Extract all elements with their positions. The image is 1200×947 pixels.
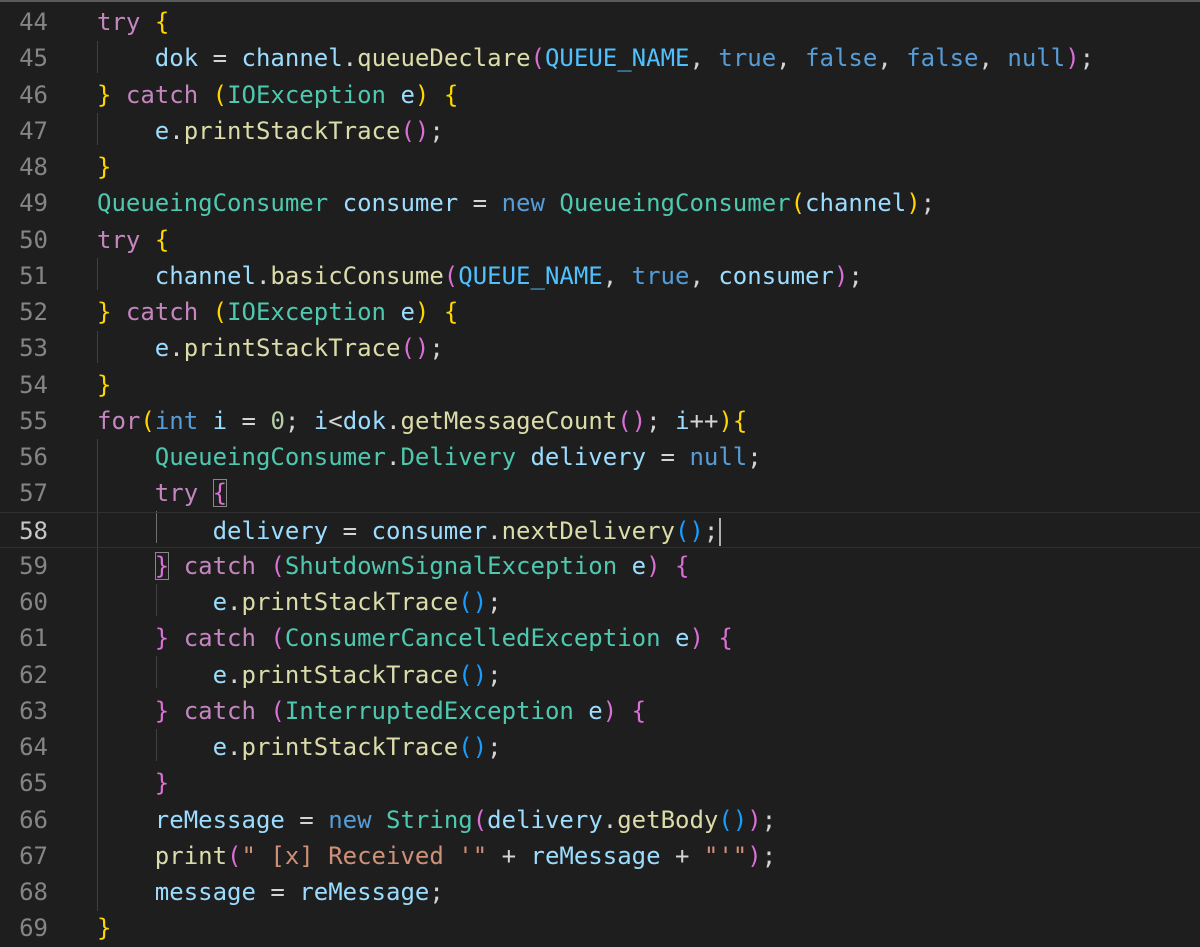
- code-line[interactable]: 44 try {: [0, 4, 1200, 40]
- code-line[interactable]: 68 message = reMessage;: [0, 874, 1200, 910]
- code-line[interactable]: 53 e.printStackTrace();: [0, 330, 1200, 366]
- code-text[interactable]: e.printStackTrace();: [97, 584, 502, 620]
- editor-top-border: [0, 0, 1200, 2]
- code-text[interactable]: reMessage = new String(delivery.getBody(…: [97, 802, 776, 838]
- code-text[interactable]: try {: [97, 475, 228, 511]
- line-number: 46: [19, 80, 48, 109]
- line-number: 63: [19, 696, 48, 725]
- code-editor[interactable]: 44 try { 45 dok = channel.queueDeclare(Q…: [0, 0, 1200, 947]
- code-text[interactable]: QueueingConsumer consumer = new Queueing…: [97, 185, 935, 221]
- line-number: 64: [19, 733, 48, 761]
- line-number: 66: [19, 805, 48, 834]
- code-text[interactable]: e.printStackTrace();: [97, 113, 444, 149]
- code-line-current[interactable]: 58 delivery = consumer.nextDelivery();: [0, 511, 1200, 549]
- code-text[interactable]: } catch (InterruptedException e) {: [97, 693, 646, 729]
- code-text[interactable]: }: [97, 367, 111, 403]
- code-text[interactable]: QueueingConsumer.Delivery delivery = nul…: [97, 439, 762, 475]
- code-line[interactable]: 48 }: [0, 149, 1200, 185]
- code-line[interactable]: 66 reMessage = new String(delivery.getBo…: [0, 802, 1200, 838]
- line-number: 48: [19, 153, 48, 181]
- code-line[interactable]: 67 print(" [x] Received '" + reMessage +…: [0, 838, 1200, 874]
- code-line[interactable]: 56 QueueingConsumer.Delivery delivery = …: [0, 439, 1200, 475]
- line-number: 44: [19, 8, 48, 36]
- code-line[interactable]: 63 } catch (InterruptedException e) {: [0, 693, 1200, 729]
- line-number: 67: [19, 841, 48, 870]
- code-line[interactable]: 69 }: [0, 910, 1200, 946]
- code-text[interactable]: }: [97, 765, 169, 801]
- code-line[interactable]: 64 e.printStackTrace();: [0, 729, 1200, 765]
- code-line[interactable]: 61 } catch (ConsumerCancelledException e…: [0, 620, 1200, 656]
- line-number: 61: [19, 624, 48, 653]
- code-line[interactable]: 55 for(int i = 0; i<dok.getMessageCount(…: [0, 403, 1200, 439]
- code-text[interactable]: for(int i = 0; i<dok.getMessageCount(); …: [97, 403, 747, 439]
- line-number: 68: [19, 878, 48, 906]
- code-line[interactable]: 50 try {: [0, 222, 1200, 258]
- code-text[interactable]: } catch (ConsumerCancelledException e) {: [97, 620, 733, 656]
- code-line[interactable]: 57 try {: [0, 475, 1200, 511]
- code-line[interactable]: 49 QueueingConsumer consumer = new Queue…: [0, 185, 1200, 221]
- line-number: 47: [19, 116, 48, 145]
- line-number: 56: [19, 443, 48, 471]
- code-text[interactable]: e.printStackTrace();: [97, 729, 502, 765]
- line-number: 62: [19, 660, 48, 689]
- line-number: 49: [19, 189, 48, 218]
- code-text[interactable]: } catch (ShutdownSignalException e) {: [97, 548, 689, 584]
- line-number: 45: [19, 44, 48, 73]
- code-line[interactable]: 47 e.printStackTrace();: [0, 113, 1200, 149]
- code-text[interactable]: } catch (IOException e) {: [97, 77, 458, 113]
- code-text[interactable]: e.printStackTrace();: [97, 657, 502, 693]
- code-line[interactable]: 46 } catch (IOException e) {: [0, 77, 1200, 113]
- line-number: 55: [19, 406, 48, 435]
- code-text[interactable]: message = reMessage;: [97, 874, 444, 910]
- line-number: 51: [19, 261, 48, 290]
- code-text[interactable]: print(" [x] Received '" + reMessage + "'…: [97, 838, 776, 874]
- code-line[interactable]: 60 e.printStackTrace();: [0, 584, 1200, 620]
- code-text[interactable]: channel.basicConsume(QUEUE_NAME, true, c…: [97, 258, 863, 294]
- line-number: 58: [19, 516, 48, 545]
- line-number: 54: [19, 370, 48, 399]
- code-line[interactable]: 65 }: [0, 765, 1200, 801]
- code-line[interactable]: 51 channel.basicConsume(QUEUE_NAME, true…: [0, 258, 1200, 294]
- line-number: 57: [19, 479, 48, 508]
- code-line[interactable]: 54 }: [0, 367, 1200, 403]
- code-line[interactable]: 52 } catch (IOException e) {: [0, 294, 1200, 330]
- code-text[interactable]: e.printStackTrace();: [97, 330, 444, 366]
- line-number: 60: [19, 588, 48, 616]
- code-text[interactable]: delivery = consumer.nextDelivery();: [97, 513, 722, 549]
- code-text[interactable]: try {: [97, 222, 169, 258]
- code-text[interactable]: }: [97, 149, 111, 185]
- code-line[interactable]: 45 dok = channel.queueDeclare(QUEUE_NAME…: [0, 40, 1200, 76]
- line-number: 65: [19, 769, 48, 798]
- line-number: 59: [19, 551, 48, 580]
- line-number: 50: [19, 225, 48, 254]
- code-line[interactable]: 59 } catch (ShutdownSignalException e) {: [0, 548, 1200, 584]
- line-number: 52: [19, 298, 48, 326]
- code-line[interactable]: 62 e.printStackTrace();: [0, 657, 1200, 693]
- code-text[interactable]: }: [97, 910, 111, 946]
- code-text[interactable]: dok = channel.queueDeclare(QUEUE_NAME, t…: [97, 40, 1094, 76]
- code-text[interactable]: } catch (IOException e) {: [97, 294, 458, 330]
- line-number: 69: [19, 914, 48, 943]
- code-text[interactable]: try {: [97, 4, 169, 40]
- line-number: 53: [19, 334, 48, 363]
- text-cursor: [719, 517, 722, 546]
